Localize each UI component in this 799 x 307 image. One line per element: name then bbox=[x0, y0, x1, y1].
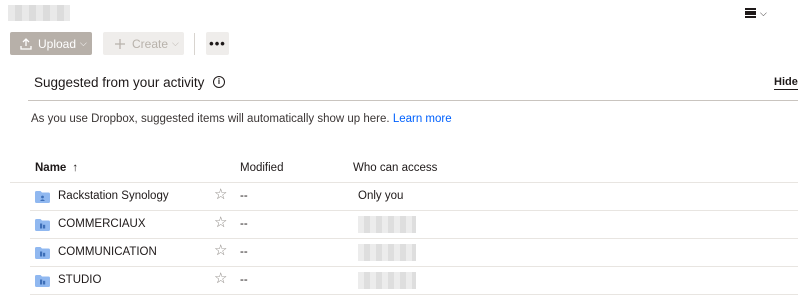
more-options-button[interactable]: ••• bbox=[206, 32, 229, 55]
modified-value: -- bbox=[240, 274, 248, 286]
table-row[interactable]: COMMERCIAUX ☆ -- bbox=[30, 211, 798, 239]
plus-icon bbox=[114, 38, 126, 50]
view-toggle-button[interactable]: ⌵ bbox=[745, 4, 777, 22]
modified-value: -- bbox=[240, 246, 248, 258]
upload-label: Upload bbox=[38, 36, 77, 51]
blurred-page-title bbox=[8, 5, 70, 21]
star-icon[interactable]: ☆ bbox=[214, 271, 227, 286]
blurred-access-value bbox=[358, 216, 416, 233]
suggested-description: As you use Dropbox, suggested items will… bbox=[31, 113, 452, 125]
hide-suggested-button[interactable]: Hide bbox=[774, 76, 798, 90]
table-row[interactable]: COMMUNICATION ☆ -- bbox=[30, 239, 798, 267]
column-name-label: Name bbox=[35, 162, 67, 174]
file-name[interactable]: COMMUNICATION bbox=[58, 246, 157, 258]
access-value: Only you bbox=[358, 190, 404, 202]
upload-icon bbox=[20, 37, 32, 50]
column-header-modified[interactable]: Modified bbox=[240, 162, 283, 174]
chevron-down-icon: ⌵ bbox=[80, 38, 87, 48]
toolbar-divider bbox=[194, 33, 195, 55]
star-icon[interactable]: ☆ bbox=[214, 187, 227, 202]
create-label: Create bbox=[132, 36, 169, 51]
team-folder-icon bbox=[35, 246, 50, 259]
list-view-icon bbox=[745, 8, 756, 18]
star-icon[interactable]: ☆ bbox=[214, 215, 227, 230]
sort-ascending-icon: ↑ bbox=[72, 162, 79, 174]
table-row[interactable]: Rackstation Synology ☆ -- Only you bbox=[30, 183, 798, 211]
suggested-description-text: As you use Dropbox, suggested items will… bbox=[31, 113, 390, 125]
table-row[interactable]: STUDIO ☆ -- bbox=[30, 267, 798, 295]
suggested-section-title: Suggested from your activity bbox=[34, 75, 205, 90]
file-name[interactable]: Rackstation Synology bbox=[58, 190, 169, 202]
column-header-access[interactable]: Who can access bbox=[353, 162, 437, 174]
file-name[interactable]: COMMERCIAUX bbox=[58, 218, 146, 230]
blurred-access-value bbox=[358, 244, 416, 261]
shared-folder-icon bbox=[35, 190, 50, 203]
star-icon[interactable]: ☆ bbox=[214, 243, 227, 258]
chevron-down-icon: ⌵ bbox=[172, 38, 179, 48]
team-folder-icon bbox=[35, 274, 50, 287]
modified-value: -- bbox=[240, 190, 248, 202]
more-icon: ••• bbox=[209, 36, 226, 51]
section-divider bbox=[28, 100, 798, 101]
file-name[interactable]: STUDIO bbox=[58, 274, 101, 286]
modified-value: -- bbox=[240, 218, 248, 230]
info-icon[interactable]: i bbox=[213, 76, 225, 88]
upload-button[interactable]: Upload ⌵ bbox=[10, 32, 92, 55]
create-button[interactable]: Create ⌵ bbox=[103, 32, 184, 55]
blurred-access-value bbox=[358, 272, 416, 289]
column-header-name[interactable]: Name ↑ bbox=[35, 162, 78, 174]
learn-more-link[interactable]: Learn more bbox=[393, 113, 452, 125]
chevron-down-icon: ⌵ bbox=[760, 7, 767, 18]
team-folder-icon bbox=[35, 218, 50, 231]
